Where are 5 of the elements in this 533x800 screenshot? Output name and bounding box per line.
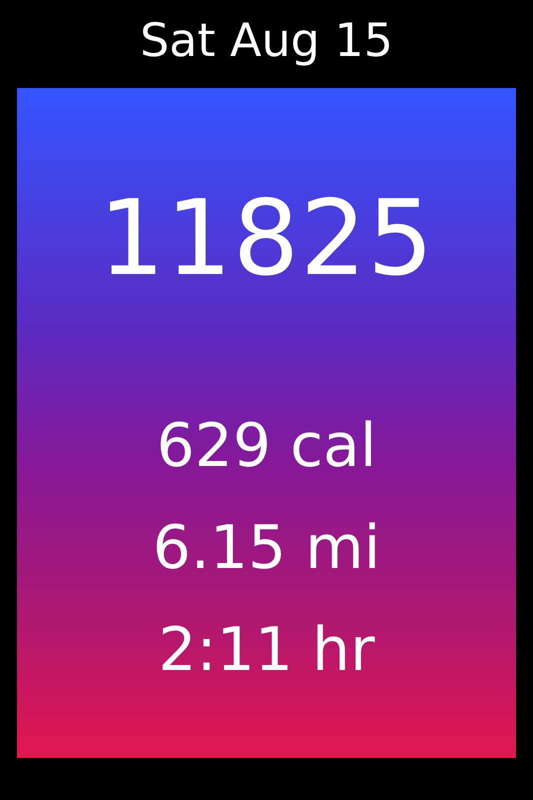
stat-value: 2:11 hr bbox=[158, 614, 375, 686]
stat-value: 629 cal bbox=[156, 410, 376, 482]
stat-value: 6.15 mi bbox=[152, 512, 380, 584]
date-label: Sat Aug 15 bbox=[140, 12, 394, 69]
step-count: 11825 bbox=[98, 186, 434, 290]
